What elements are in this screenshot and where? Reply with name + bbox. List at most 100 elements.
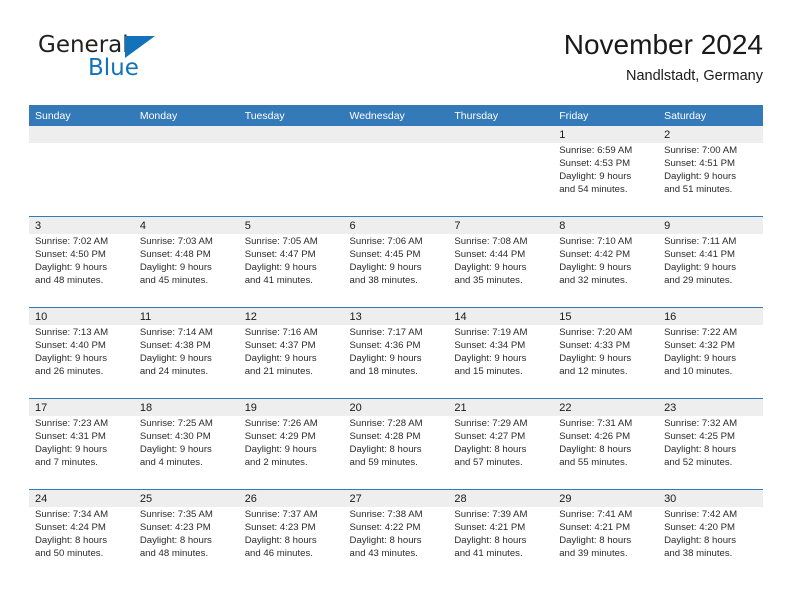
dow-header-wednesday: Wednesday (343, 105, 449, 126)
day-detail-cell[interactable]: Sunrise: 7:16 AM Sunset: 4:37 PM Dayligh… (238, 325, 344, 399)
day-detail-cell[interactable]: Sunrise: 6:59 AM Sunset: 4:53 PM Dayligh… (553, 143, 659, 217)
day-detail-cell (448, 143, 554, 217)
day-number-cell[interactable]: 3 (29, 216, 134, 234)
sunrise-text: Sunrise: 7:28 AM (349, 418, 423, 429)
day-detail-cell[interactable]: Sunrise: 7:31 AM Sunset: 4:26 PM Dayligh… (553, 416, 659, 490)
week-5-detail-row: Sunrise: 7:34 AM Sunset: 4:24 PM Dayligh… (29, 507, 763, 580)
day-number-cell[interactable]: 9 (658, 216, 763, 234)
day-detail-cell[interactable]: Sunrise: 7:06 AM Sunset: 4:45 PM Dayligh… (343, 234, 449, 308)
day-detail-cell[interactable]: Sunrise: 7:22 AM Sunset: 4:32 PM Dayligh… (658, 325, 763, 399)
day-detail-cell[interactable]: Sunrise: 7:34 AM Sunset: 4:24 PM Dayligh… (29, 507, 134, 580)
sunrise-text: Sunrise: 7:31 AM (559, 418, 633, 429)
daylight-text: Daylight: 9 hours (244, 262, 317, 274)
daylight-text: Daylight: 9 hours (139, 444, 212, 456)
day-number-cell[interactable]: 23 (658, 398, 763, 416)
day-number-cell[interactable]: 21 (448, 398, 554, 416)
sunrise-text: Sunrise: 7:10 AM (559, 236, 633, 247)
daylight-text: Daylight: 9 hours (454, 262, 527, 274)
day-number-cell[interactable]: 28 (448, 489, 554, 507)
calendar-page: General Blue November 2024 Nandlstadt, G… (0, 0, 792, 612)
day-detail-cell[interactable]: Sunrise: 7:25 AM Sunset: 4:30 PM Dayligh… (133, 416, 239, 490)
day-number-cell[interactable]: 20 (343, 398, 449, 416)
day-detail-cell[interactable]: Sunrise: 7:38 AM Sunset: 4:22 PM Dayligh… (343, 507, 449, 580)
sunset-text: Sunset: 4:21 PM (559, 522, 631, 534)
day-detail-cell[interactable]: Sunrise: 7:32 AM Sunset: 4:25 PM Dayligh… (658, 416, 763, 490)
day-number-cell[interactable]: 8 (553, 216, 659, 234)
day-detail-cell[interactable]: Sunrise: 7:29 AM Sunset: 4:27 PM Dayligh… (448, 416, 554, 490)
page-title: November 2024 (563, 29, 763, 60)
day-number-cell (448, 126, 554, 143)
daylight-text-cont: and 52 minutes. (664, 457, 733, 469)
daylight-text: Daylight: 8 hours (349, 535, 422, 547)
day-number-cell[interactable]: 11 (133, 307, 239, 325)
daylight-text: Daylight: 9 hours (35, 262, 107, 274)
day-number-cell[interactable]: 29 (553, 489, 659, 507)
day-number-cell[interactable]: 13 (343, 307, 449, 325)
day-number-cell[interactable]: 26 (238, 489, 344, 507)
day-number-cell[interactable]: 15 (553, 307, 659, 325)
daylight-text-cont: and 2 minutes. (244, 457, 308, 469)
day-detail-cell[interactable]: Sunrise: 7:08 AM Sunset: 4:44 PM Dayligh… (448, 234, 554, 308)
daylight-text: Daylight: 9 hours (559, 171, 632, 183)
sunset-text: Sunset: 4:37 PM (244, 340, 316, 352)
page-header: General Blue November 2024 Nandlstadt, G… (29, 28, 763, 98)
day-detail-cell[interactable]: Sunrise: 7:14 AM Sunset: 4:38 PM Dayligh… (133, 325, 239, 399)
daylight-text-cont: and 38 minutes. (664, 548, 733, 560)
day-detail-cell[interactable]: Sunrise: 7:10 AM Sunset: 4:42 PM Dayligh… (553, 234, 659, 308)
daylight-text: Daylight: 9 hours (244, 353, 317, 365)
sunrise-text: Sunrise: 7:11 AM (664, 236, 737, 247)
dow-header-tuesday: Tuesday (238, 105, 344, 126)
daylight-text: Daylight: 9 hours (664, 262, 737, 274)
day-detail-cell[interactable]: Sunrise: 7:42 AM Sunset: 4:20 PM Dayligh… (658, 507, 763, 580)
daylight-text: Daylight: 9 hours (664, 353, 737, 365)
daylight-text: Daylight: 8 hours (559, 444, 632, 456)
day-detail-cell[interactable]: Sunrise: 7:00 AM Sunset: 4:51 PM Dayligh… (658, 143, 763, 217)
general-blue-logo[interactable]: General Blue (33, 32, 263, 94)
daylight-text: Daylight: 9 hours (35, 444, 107, 456)
day-detail-cell[interactable]: Sunrise: 7:39 AM Sunset: 4:21 PM Dayligh… (448, 507, 554, 580)
day-number-cell[interactable]: 1 (553, 126, 659, 143)
day-detail-cell[interactable]: Sunrise: 7:13 AM Sunset: 4:40 PM Dayligh… (29, 325, 134, 399)
daylight-text-cont: and 43 minutes. (349, 548, 418, 560)
day-number-cell[interactable]: 27 (343, 489, 449, 507)
day-number-cell[interactable]: 25 (133, 489, 239, 507)
day-number-cell[interactable]: 18 (133, 398, 239, 416)
day-number-cell[interactable]: 24 (29, 489, 134, 507)
day-number-cell[interactable]: 6 (343, 216, 449, 234)
day-detail-cell[interactable]: Sunrise: 7:37 AM Sunset: 4:23 PM Dayligh… (238, 507, 344, 580)
day-detail-cell[interactable]: Sunrise: 7:19 AM Sunset: 4:34 PM Dayligh… (448, 325, 554, 399)
day-detail-cell[interactable]: Sunrise: 7:26 AM Sunset: 4:29 PM Dayligh… (238, 416, 344, 490)
dow-header-friday: Friday (553, 105, 659, 126)
day-number-cell[interactable]: 17 (29, 398, 134, 416)
day-detail-cell[interactable]: Sunrise: 7:02 AM Sunset: 4:50 PM Dayligh… (29, 234, 134, 308)
day-number-cell[interactable]: 14 (448, 307, 554, 325)
day-detail-cell[interactable]: Sunrise: 7:11 AM Sunset: 4:41 PM Dayligh… (658, 234, 763, 308)
day-number-cell[interactable]: 12 (238, 307, 344, 325)
day-detail-cell[interactable]: Sunrise: 7:41 AM Sunset: 4:21 PM Dayligh… (553, 507, 659, 580)
day-detail-cell[interactable]: Sunrise: 7:23 AM Sunset: 4:31 PM Dayligh… (29, 416, 134, 490)
day-detail-cell[interactable]: Sunrise: 7:20 AM Sunset: 4:33 PM Dayligh… (553, 325, 659, 399)
day-number-cell[interactable]: 10 (29, 307, 134, 325)
dow-header-saturday: Saturday (658, 105, 763, 126)
day-number-cell[interactable]: 16 (658, 307, 763, 325)
sunset-text: Sunset: 4:42 PM (559, 249, 631, 261)
sunset-text: Sunset: 4:24 PM (35, 522, 106, 534)
day-detail-cell[interactable]: Sunrise: 7:03 AM Sunset: 4:48 PM Dayligh… (133, 234, 239, 308)
daylight-text: Daylight: 9 hours (139, 262, 212, 274)
day-number-cell[interactable]: 19 (238, 398, 344, 416)
sunset-text: Sunset: 4:44 PM (454, 249, 526, 261)
day-number-cell[interactable]: 5 (238, 216, 344, 234)
week-2-day-number-row: 3 4 5 6 7 8 9 (29, 216, 763, 234)
day-number-cell[interactable]: 4 (133, 216, 239, 234)
day-number-cell[interactable]: 2 (658, 126, 763, 143)
calendar-grid: Sunday Monday Tuesday Wednesday Thursday… (29, 105, 763, 580)
sunset-text: Sunset: 4:27 PM (454, 431, 526, 443)
daylight-text: Daylight: 8 hours (35, 535, 107, 547)
day-detail-cell[interactable]: Sunrise: 7:17 AM Sunset: 4:36 PM Dayligh… (343, 325, 449, 399)
day-detail-cell[interactable]: Sunrise: 7:28 AM Sunset: 4:28 PM Dayligh… (343, 416, 449, 490)
day-detail-cell[interactable]: Sunrise: 7:35 AM Sunset: 4:23 PM Dayligh… (133, 507, 239, 580)
day-number-cell[interactable]: 7 (448, 216, 554, 234)
day-detail-cell[interactable]: Sunrise: 7:05 AM Sunset: 4:47 PM Dayligh… (238, 234, 344, 308)
day-number-cell[interactable]: 22 (553, 398, 659, 416)
day-number-cell[interactable]: 30 (658, 489, 763, 507)
